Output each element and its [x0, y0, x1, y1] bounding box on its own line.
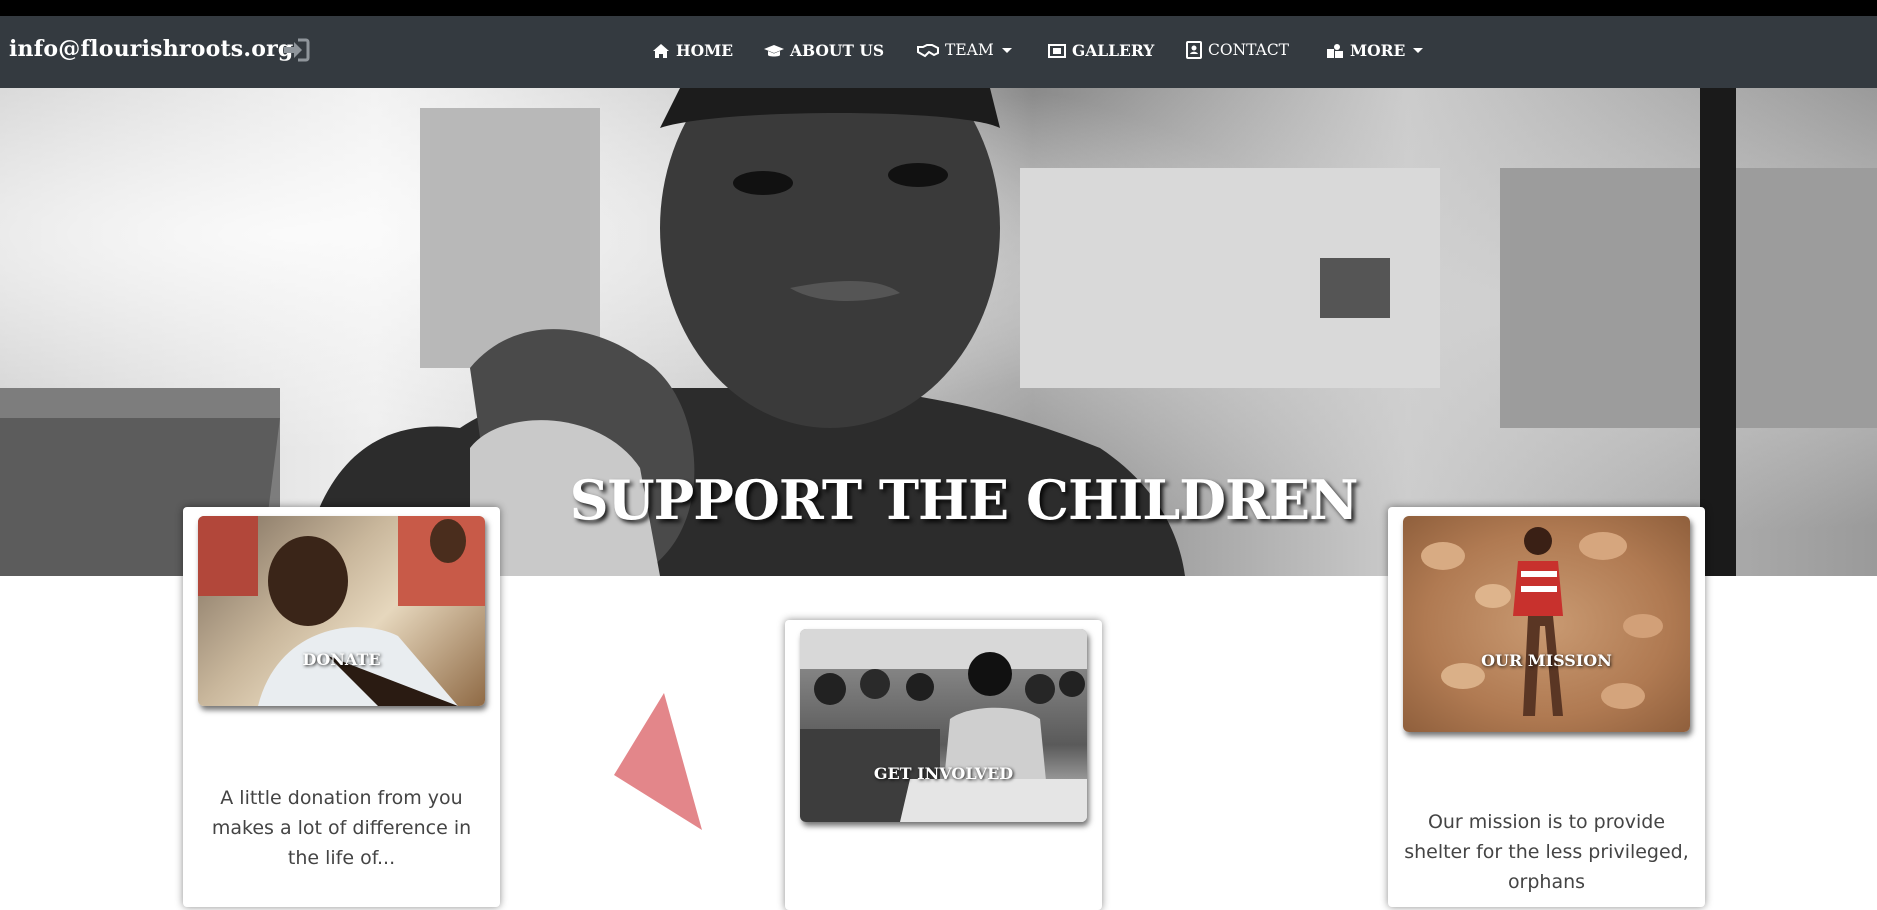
nav-gallery[interactable]: GALLERY	[1048, 41, 1154, 60]
decorative-triangle	[614, 693, 702, 830]
sign-in-icon[interactable]	[282, 38, 310, 62]
get-involved-photo	[800, 629, 1087, 822]
hero-banner: SUPPORT THE CHILDREN	[0, 88, 1877, 576]
nav-team[interactable]: TEAM	[917, 41, 1012, 59]
get-involved-card[interactable]: GET INVOLVED	[785, 620, 1102, 910]
nav-team-label: TEAM	[945, 41, 994, 59]
donate-label: DONATE	[302, 650, 381, 669]
address-card-icon	[1186, 41, 1202, 59]
nav-about-us-label: ABOUT US	[790, 41, 885, 60]
nav-more-label: MORE	[1350, 41, 1406, 60]
donate-image[interactable]: DONATE	[198, 516, 485, 706]
nav-contact-label: CONTACT	[1208, 41, 1290, 59]
top-strip	[0, 0, 1877, 16]
our-mission-photo	[1421, 527, 1663, 716]
nav-gallery-label: GALLERY	[1072, 41, 1155, 60]
users-icon	[1327, 43, 1343, 58]
home-icon	[653, 43, 669, 58]
donate-card[interactable]: DONATE A little donation from you makes …	[183, 507, 500, 907]
nav-about-us[interactable]: ABOUT US	[764, 41, 884, 60]
donate-photo	[198, 516, 485, 706]
chevron-down-icon	[1413, 48, 1424, 53]
nav-home[interactable]: HOME	[652, 41, 733, 60]
brand-email[interactable]: info@flourishroots.org	[9, 36, 294, 62]
navbar: info@flourishroots.org HOME ABOUT US TEA…	[0, 16, 1877, 88]
get-involved-label: GET INVOLVED	[873, 764, 1014, 783]
nav-more[interactable]: MORE	[1326, 41, 1424, 60]
get-involved-image[interactable]: GET INVOLVED	[800, 629, 1087, 822]
our-mission-card[interactable]: OUR MISSION Our mission is to provide sh…	[1388, 507, 1705, 907]
chevron-down-icon	[1001, 47, 1012, 53]
our-mission-image[interactable]: OUR MISSION	[1403, 516, 1690, 732]
handshake-icon	[917, 44, 939, 58]
graduation-cap-icon	[764, 44, 784, 56]
film-icon	[1048, 43, 1066, 58]
our-mission-label: OUR MISSION	[1481, 651, 1612, 670]
nav-home-label: HOME	[676, 41, 734, 60]
nav-contact[interactable]: CONTACT	[1186, 41, 1289, 59]
our-mission-text: Our mission is to provide shelter for th…	[1404, 811, 1689, 893]
donate-text: A little donation from you makes a lot o…	[211, 787, 472, 869]
